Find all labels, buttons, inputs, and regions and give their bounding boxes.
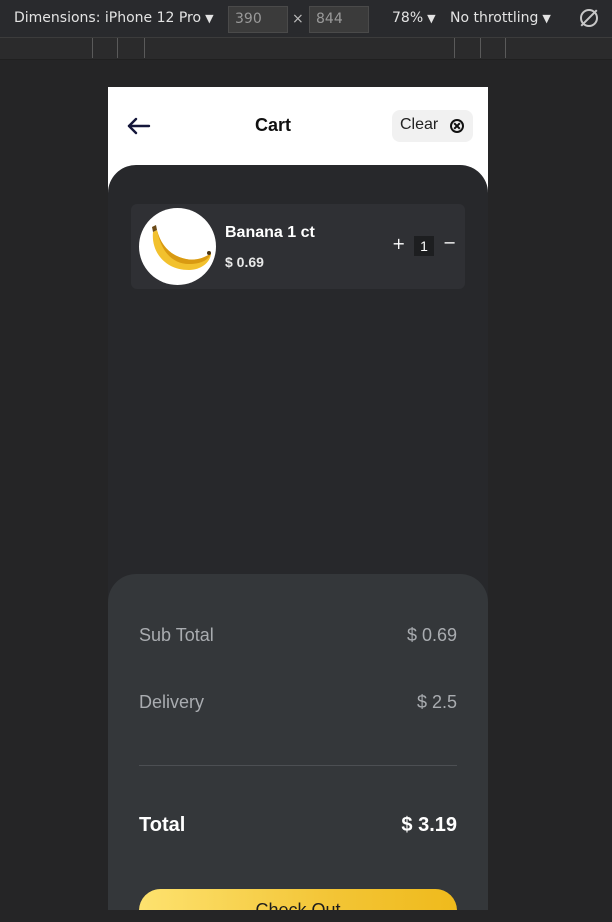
device-select[interactable]: Dimensions: iPhone 12 Pro ▼: [14, 10, 214, 26]
increase-quantity-button[interactable]: +: [392, 234, 405, 253]
device-label: Dimensions: iPhone 12 Pro: [14, 10, 202, 26]
throttle-select[interactable]: No throttling ▼: [450, 10, 551, 26]
divider: [139, 765, 457, 766]
close-circle-icon: [450, 119, 464, 133]
clear-label: Clear: [400, 116, 439, 133]
decrease-quantity-button[interactable]: −: [443, 233, 456, 252]
throttle-label: No throttling: [450, 10, 539, 26]
delivery-row: Delivery $ 2.5: [139, 692, 457, 718]
cart-item: Banana 1 ct $ 0.69 + 1 −: [131, 204, 465, 289]
total-value: $ 3.19: [401, 814, 457, 836]
ruler-mark: [144, 38, 145, 58]
subtotal-value: $ 0.69: [406, 625, 457, 645]
width-input[interactable]: 390: [228, 6, 288, 33]
ruler-mark: [92, 38, 93, 58]
item-price: $ 0.69: [225, 254, 264, 270]
zoom-label: 78%: [392, 10, 424, 26]
ruler-mark: [117, 38, 118, 58]
cart-header: Cart Clear: [108, 87, 488, 167]
order-summary: Sub Total $ 0.69 Delivery $ 2.5 Total $ …: [108, 574, 488, 910]
times-icon: ×: [292, 11, 304, 27]
back-arrow-icon[interactable]: [126, 113, 152, 139]
phone-viewport: Cart Clear Banana 1 ct $ 0.69 + 1 − Sub …: [108, 87, 488, 910]
rotate-icon[interactable]: [580, 9, 598, 27]
subtotal-row: Sub Total $ 0.69: [139, 625, 457, 651]
devtools-device-toolbar: Dimensions: iPhone 12 Pro ▼ 390 × 844 78%…: [0, 0, 612, 38]
checkout-button[interactable]: Check Out: [139, 889, 457, 910]
total-row: Total $ 3.19: [139, 814, 457, 840]
chevron-down-icon: ▼: [542, 12, 551, 25]
media-query-ruler[interactable]: [0, 38, 612, 60]
ruler-mark: [480, 38, 481, 58]
ruler-mark: [505, 38, 506, 58]
banana-image: [139, 208, 216, 285]
delivery-value: $ 2.5: [416, 692, 457, 712]
subtotal-label: Sub Total: [139, 625, 214, 645]
quantity-value: 1: [414, 236, 434, 256]
height-input[interactable]: 844: [309, 6, 369, 33]
clear-button[interactable]: Clear: [392, 110, 473, 142]
item-name: Banana 1 ct: [225, 224, 315, 241]
zoom-select[interactable]: 78% ▼: [392, 10, 436, 26]
chevron-down-icon: ▼: [427, 12, 436, 25]
ruler-mark: [454, 38, 455, 58]
chevron-down-icon: ▼: [205, 12, 214, 25]
delivery-label: Delivery: [139, 692, 205, 712]
page-title: Cart: [254, 115, 291, 135]
total-label: Total: [139, 814, 186, 836]
cart-body: Banana 1 ct $ 0.69 + 1 − Sub Total $ 0.6…: [108, 165, 488, 910]
